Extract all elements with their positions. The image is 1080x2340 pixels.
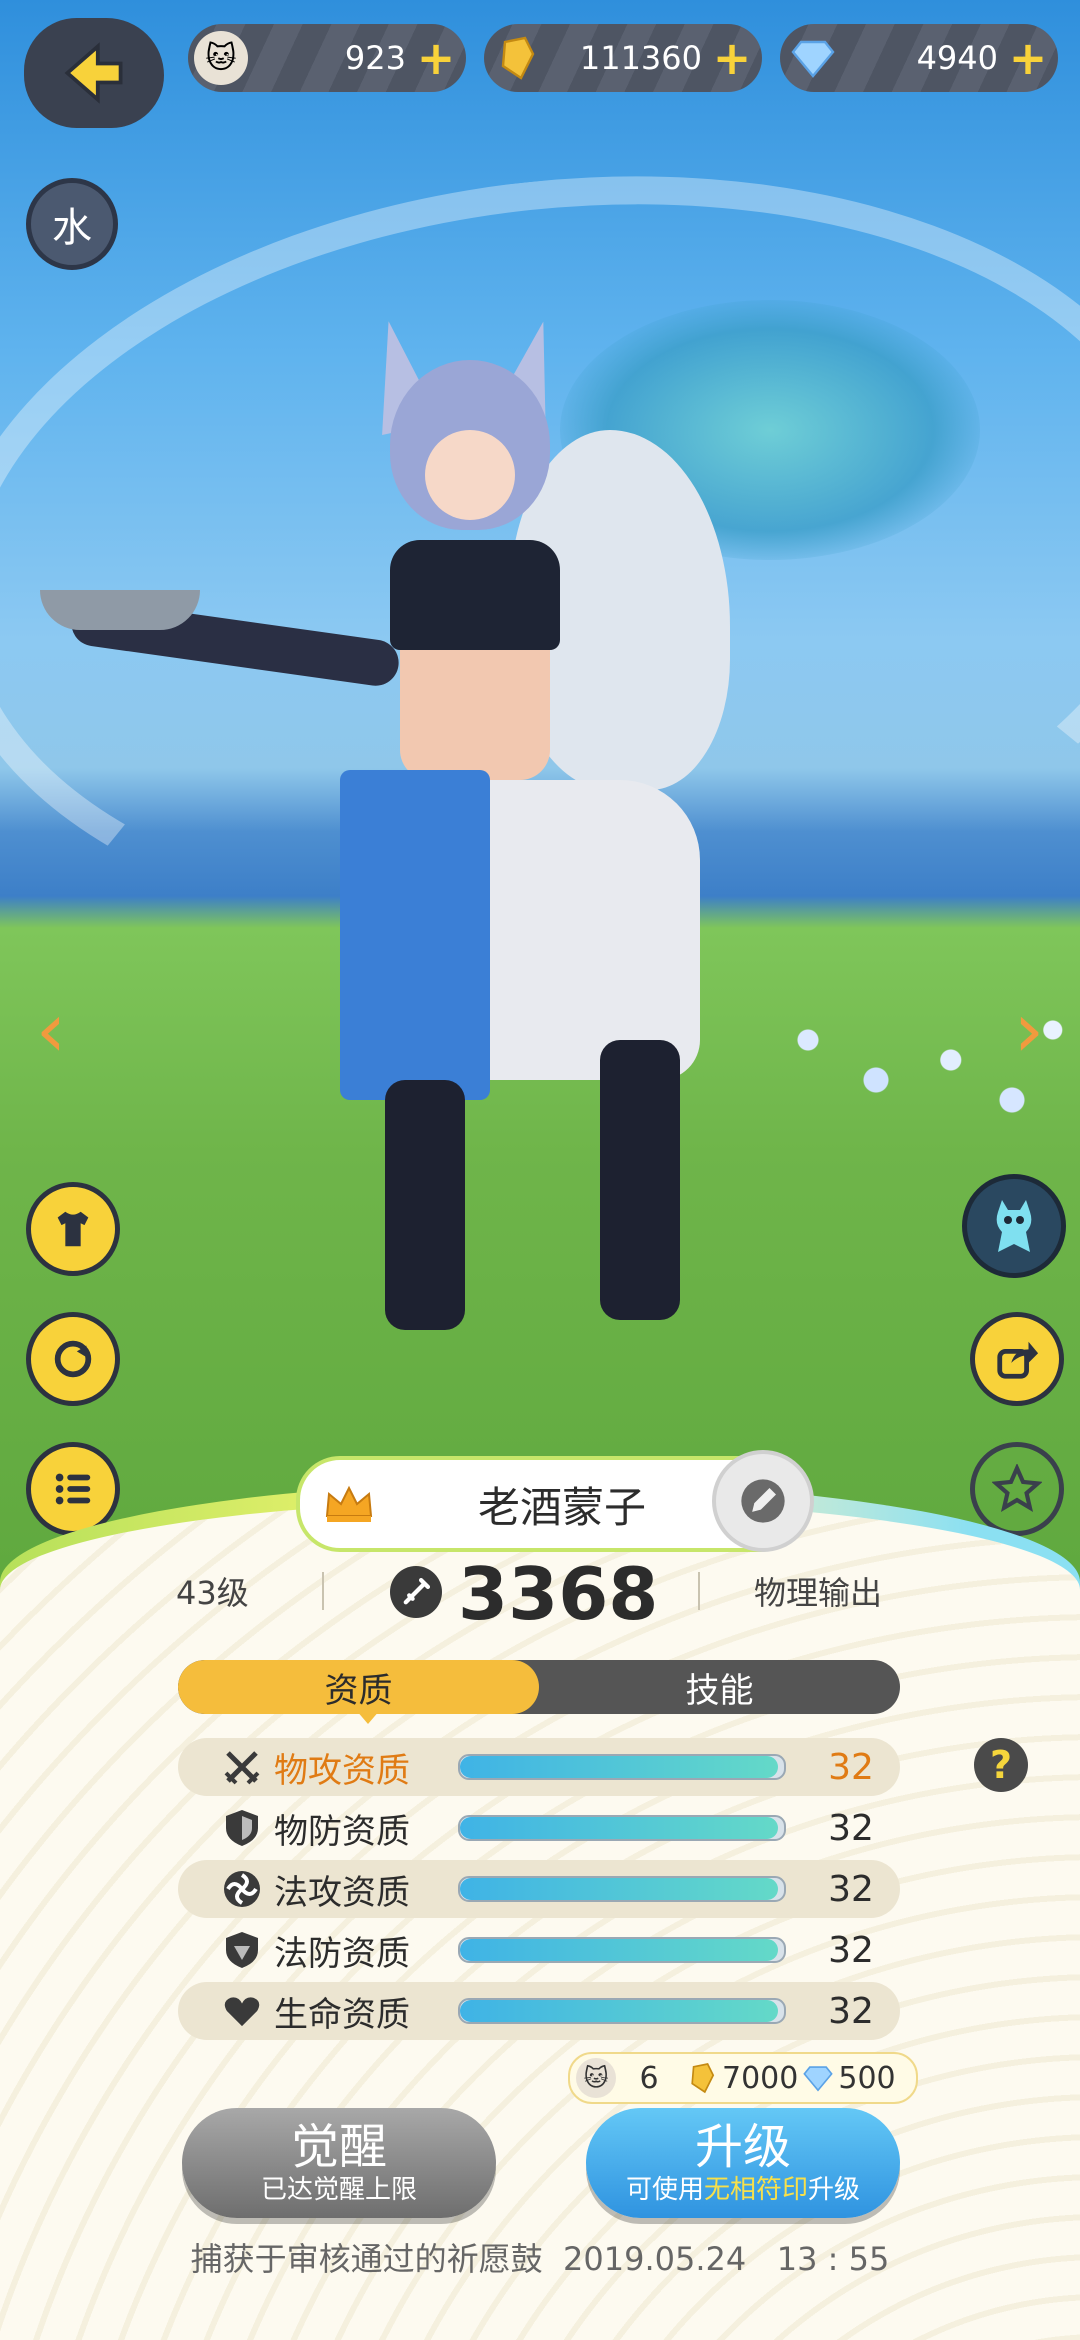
add-icon[interactable]: + — [710, 35, 754, 81]
pet-form-button[interactable] — [962, 1174, 1066, 1278]
physical-attack-icon — [212, 1747, 272, 1787]
currency-value: 4940 — [916, 39, 998, 77]
capture-info: 捕获于审核通过的祈愿鼓 2019.05.24 13 : 55 — [190, 2240, 890, 2278]
tab-pointer — [356, 1710, 380, 1724]
creature-coin-icon: 🐱 — [194, 31, 248, 85]
attribute-label: 法攻资质 — [274, 1872, 410, 1913]
add-icon[interactable]: + — [414, 35, 458, 81]
tab-skills[interactable]: 技能 — [539, 1660, 900, 1714]
awaken-sub-label: 已达觉醒上限 — [260, 2175, 417, 2205]
attribute-label: 物攻资质 — [274, 1750, 410, 1791]
character-model[interactable] — [40, 314, 730, 1330]
ghost-pet-icon — [996, 1200, 1032, 1252]
share-icon — [997, 1341, 1039, 1379]
add-icon[interactable]: + — [1006, 35, 1050, 81]
next-pet-arrow-icon[interactable]: › — [1004, 990, 1054, 1070]
attribute-row: 物防资质 32 — [178, 1799, 900, 1857]
currency-gold[interactable]: 111360 + — [484, 24, 762, 92]
back-button[interactable] — [24, 18, 164, 128]
previous-pet-arrow-icon[interactable]: ‹ — [26, 990, 76, 1070]
element-water-badge[interactable]: 水 — [26, 178, 118, 270]
attribute-value: 32 — [828, 1929, 874, 1971]
currency-value: 923 — [344, 39, 406, 77]
attribute-bar — [458, 1876, 786, 1902]
pencil-icon — [741, 1479, 785, 1523]
attribute-row: 生命资质 32 — [178, 1982, 900, 2040]
share-button[interactable] — [970, 1312, 1064, 1406]
stats-row: 43级 3368 物理输出 — [0, 1552, 1080, 1636]
attribute-bar — [458, 1754, 786, 1780]
shirt-icon — [57, 1211, 89, 1247]
attribute-value: 32 — [828, 1746, 874, 1788]
character-scene — [0, 0, 1080, 1600]
awaken-button[interactable]: 觉醒 已达觉醒上限 — [182, 2108, 496, 2218]
upgrade-cost: 🐱 6 7000 500 — [568, 2052, 918, 2104]
rename-button[interactable] — [712, 1450, 814, 1552]
creature-coin-icon: 🐱 — [576, 2058, 616, 2098]
upgrade-button[interactable]: 升级 可使用无相符印升级 — [586, 2108, 900, 2218]
help-icon[interactable]: ? — [974, 1738, 1028, 1792]
attribute-row: 法攻资质 32 — [178, 1860, 900, 1918]
crown-icon — [314, 1469, 384, 1539]
magic-attack-icon — [212, 1869, 272, 1909]
diamond-icon — [798, 2058, 838, 2098]
awaken-label: 觉醒 — [290, 2119, 387, 2175]
attribute-value: 32 — [828, 1990, 874, 2032]
currency-value: 111360 — [579, 39, 702, 77]
attribute-value: 32 — [828, 1868, 874, 1910]
attribute-row: 法防资质 32 — [178, 1921, 900, 1979]
gold-crystal-icon — [490, 31, 544, 85]
attribute-label: 法防资质 — [274, 1933, 410, 1974]
diamond-icon — [786, 31, 840, 85]
attribute-label: 物防资质 — [274, 1811, 410, 1852]
currency-creature[interactable]: 🐱 923 + — [188, 24, 466, 92]
outfit-button[interactable] — [26, 1182, 120, 1276]
rotate-icon — [54, 1340, 92, 1378]
gold-crystal-icon — [682, 2058, 722, 2098]
attribute-value: 32 — [828, 1807, 874, 1849]
attribute-bar — [458, 1815, 786, 1841]
attribute-label: 生命资质 — [274, 1994, 410, 2035]
physical-defense-icon — [212, 1808, 272, 1848]
combat-power-icon — [390, 1566, 442, 1618]
attribute-bar — [458, 1937, 786, 1963]
cost-gold: 7000 — [722, 2060, 799, 2096]
attribute-row: 物攻资质 32 — [178, 1738, 900, 1796]
cost-creature: 6 — [639, 2060, 659, 2096]
upgrade-sub-label: 可使用无相符印升级 — [625, 2175, 861, 2205]
pet-level: 43级 — [176, 1574, 249, 1612]
rotate-button[interactable] — [26, 1312, 120, 1406]
heart-icon — [212, 1994, 272, 2028]
magic-defense-icon — [212, 1930, 272, 1970]
detail-tabs: 资质 技能 — [178, 1660, 900, 1714]
back-arrow-icon — [64, 42, 123, 104]
currency-diamond[interactable]: 4940 + — [780, 24, 1058, 92]
combat-power-value: 3368 — [458, 1552, 659, 1636]
tab-aptitude[interactable]: 资质 — [178, 1660, 539, 1714]
attack-type: 物理输出 — [754, 1574, 883, 1612]
attribute-bar — [458, 1998, 786, 2024]
upgrade-label: 升级 — [694, 2119, 791, 2175]
cost-diamond: 500 — [838, 2060, 896, 2096]
